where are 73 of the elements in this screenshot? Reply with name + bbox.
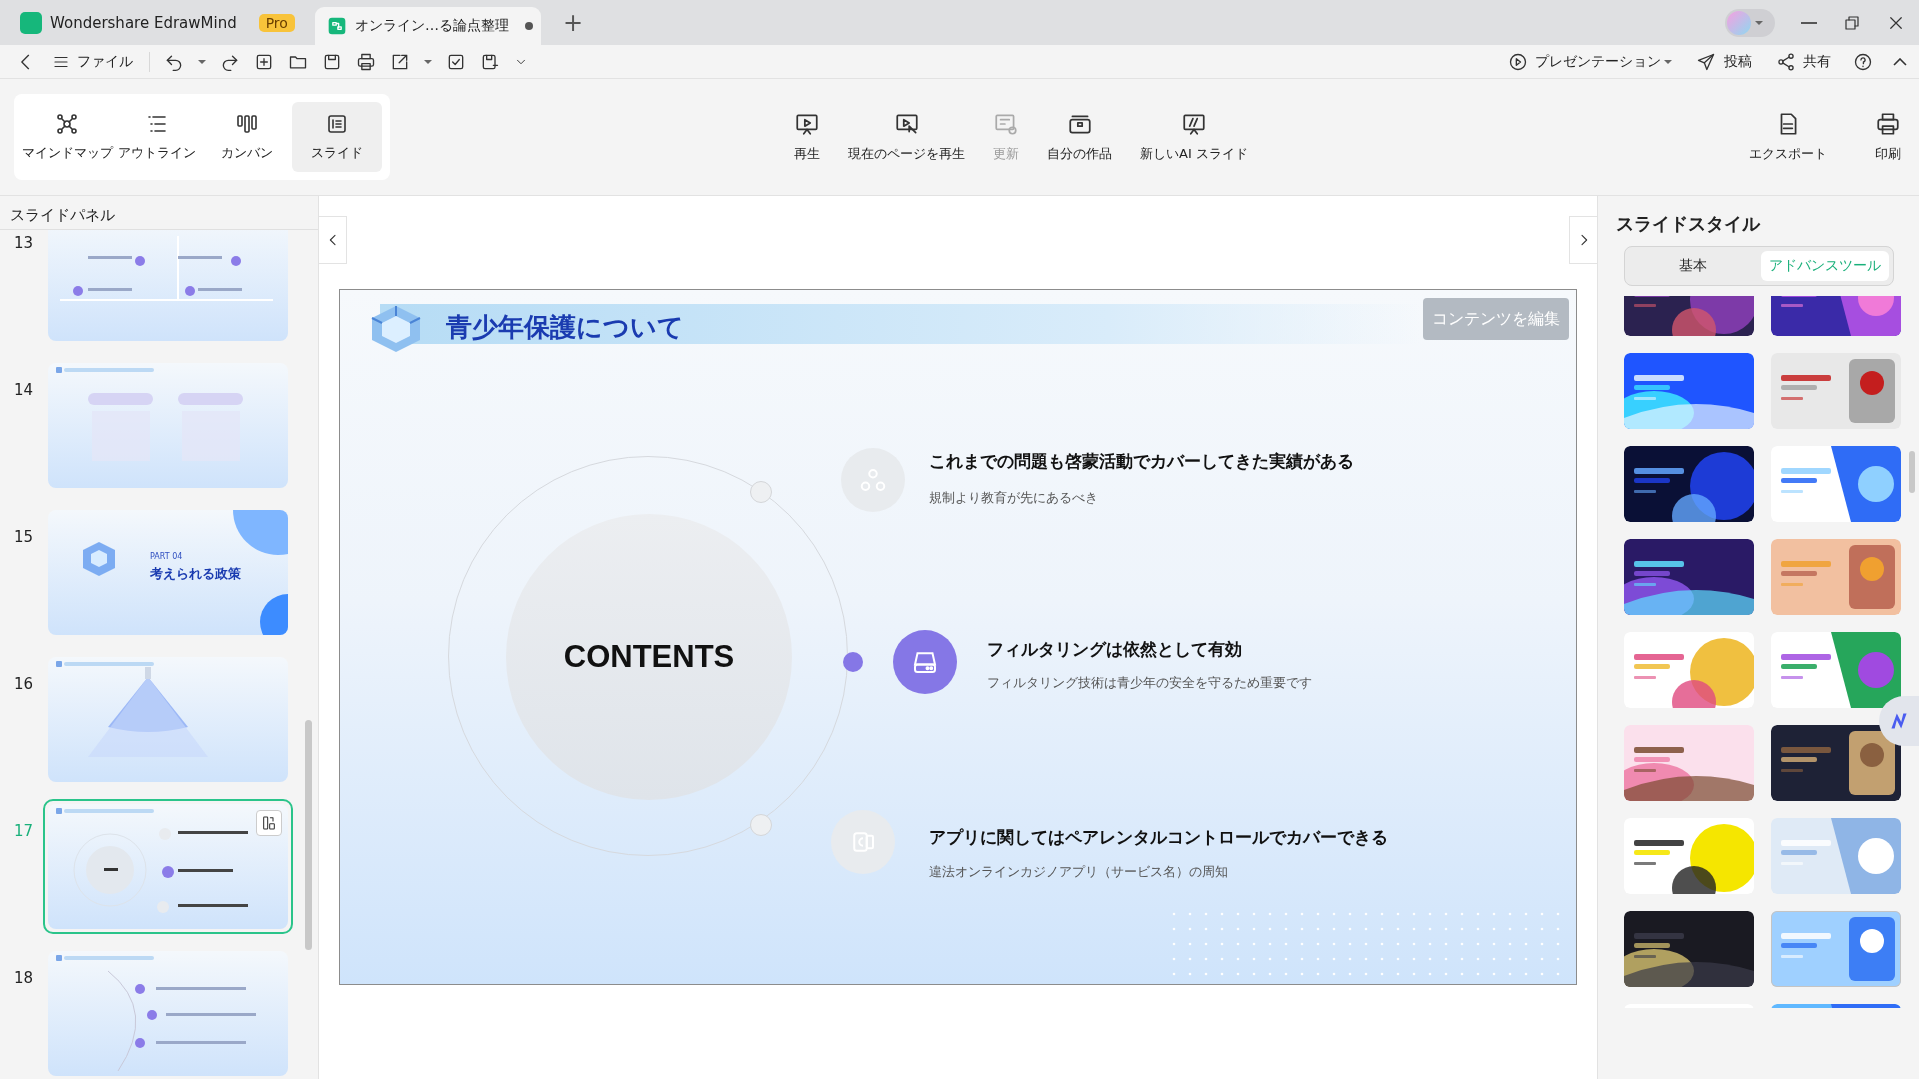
item-description: 違法オンラインカジノアプリ（サービス名）の周知 [929,863,1228,881]
ribbon-button[interactable]: 再生 [790,107,824,167]
caret-icon [198,58,207,65]
app-logo-icon [20,11,42,34]
section-label: PART 04 [150,552,183,561]
contents-label: CONTENTS [563,639,735,675]
toolbar-action-button[interactable]: 共有 [1773,49,1833,74]
view-mode-tab[interactable]: スライド [292,102,382,172]
document-icon [326,16,347,36]
collapse-icon[interactable] [1893,57,1907,66]
view-mode-tab[interactable]: カンバン [202,102,292,172]
item-description: 規制より教育が先にあるべき [929,489,1098,507]
ribbon-button[interactable]: 印刷 [1871,107,1905,167]
item-heading: これまでの問題も啓蒙活動でカバーしてきた実績がある [929,450,1354,473]
layout-button[interactable] [256,810,282,836]
selection-dot-icon [843,652,863,672]
caret-icon [1755,19,1763,26]
slide-thumbnail[interactable] [48,804,288,929]
play-icon [794,111,820,137]
slide-number: 14 [14,380,35,399]
slide-number: 15 [14,527,35,546]
caret-icon [1664,58,1673,65]
ai-icon [1180,111,1207,137]
item-description: フィルタリング技術は青少年の安全を守るため重要です [987,674,1312,692]
pro-badge: Pro [258,13,295,32]
slide-number: 17 [14,821,35,840]
slide-title: 青少年保護について [446,311,684,344]
scrollbar[interactable] [305,720,312,950]
help-icon [1853,51,1873,72]
document-tab[interactable]: オンライン…る論点整理 [314,7,541,45]
caret-icon [424,58,433,65]
item-heading: フィルタリングは依然として有効 [987,638,1242,661]
orbit-knob [750,814,772,836]
update-icon [993,111,1019,137]
play-current-icon [893,111,920,137]
scrollbar[interactable] [1909,451,1915,493]
print-icon [1875,111,1901,137]
toolbar-action-button[interactable]: 投稿 [1694,49,1754,74]
slide-thumbnail[interactable] [48,363,288,488]
slide-icon [325,112,349,136]
slide-thumbnail[interactable] [48,951,288,1076]
corner-shape [233,510,288,555]
item-heading: アプリに関してはペアレンタルコントロールでカバーできる [929,826,1388,849]
slide-thumbnail[interactable] [48,657,288,782]
app-title: Wondershare EdrawMind [50,13,237,32]
slide-number: 13 [14,233,35,252]
slide-number: 16 [14,674,35,693]
print-icon [356,51,377,72]
slide-thumbnail[interactable]: PART 04 考えられる政策 [48,510,288,635]
view-mode-tab[interactable]: マインドマップ [22,102,112,172]
ribbon-button[interactable]: エクスポート [1745,107,1831,167]
style-tab[interactable]: 基本 [1629,251,1757,281]
play-icon [1507,51,1528,72]
section-title: 考えられる政策 [150,565,241,583]
ribbon-button[interactable]: 現在のページを再生 [844,107,969,167]
cube-icon [83,542,115,576]
file-menu-button[interactable]: ファイル [50,50,136,73]
ribbon-button[interactable]: 新しいAI スライド [1136,107,1252,167]
restore-icon [1843,13,1861,32]
ribbon-button[interactable]: 自分の作品 [1043,107,1116,167]
mindmap-icon [55,112,79,136]
panel-title: スライドスタイル [1616,212,1762,236]
share-icon [1775,51,1796,72]
orbit-knob [750,481,772,503]
corner-shape [260,594,288,635]
minimize-icon [1801,21,1817,24]
send-icon [1696,51,1717,72]
new-tab-button[interactable]: + [556,0,589,45]
kanban-icon [235,112,259,136]
toolbar-action-button[interactable]: プレゼンテーション [1505,49,1675,74]
slide-thumbnail[interactable] [48,230,288,341]
slide-number: 18 [14,968,35,987]
layout-icon [261,815,277,831]
